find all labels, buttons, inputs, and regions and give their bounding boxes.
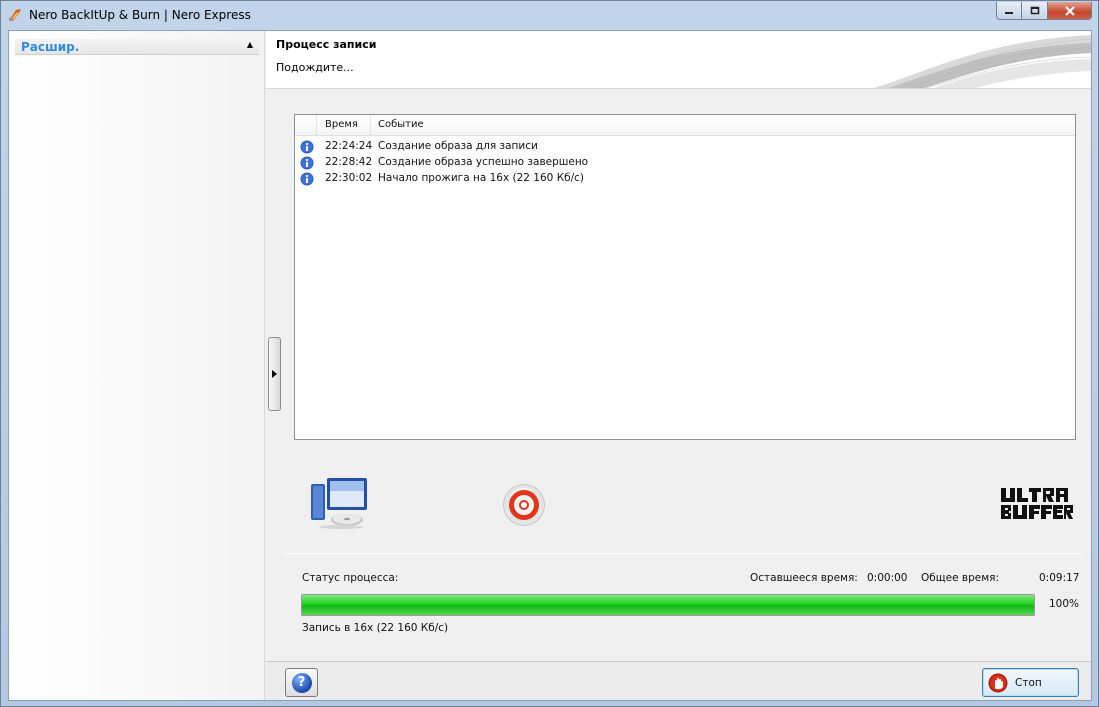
remaining-time-label: Оставшееся время:	[750, 572, 858, 584]
minimize-button[interactable]	[996, 2, 1022, 20]
row-time: 22:30:02	[325, 172, 373, 184]
row-event: Создание образа успешно завершено	[378, 156, 589, 168]
title-bar[interactable]: Nero BackItUp & Burn | Nero Express	[1, 1, 1098, 29]
minimize-icon	[1005, 11, 1013, 14]
column-header-event[interactable]: Событие	[372, 115, 424, 135]
row-event: Начало прожига на 16x (22 160 Кб/с)	[378, 172, 585, 184]
event-log-table[interactable]: Время Событие 22:24:24 Создание образа д…	[294, 114, 1076, 440]
column-header-icon[interactable]	[295, 115, 317, 135]
window-controls	[996, 2, 1092, 21]
sidebar: Расшир. ▲	[9, 31, 265, 700]
sidebar-expander[interactable]: Расшир. ▲	[15, 39, 259, 55]
section-divider	[283, 553, 1083, 554]
page-title: Процесс записи	[276, 38, 377, 51]
disc-burn-icon	[503, 484, 545, 526]
decorative-swoosh-icon	[874, 35, 1091, 88]
info-icon	[300, 156, 314, 170]
ultra-buffer-logo	[1001, 488, 1073, 519]
stop-button[interactable]: Стоп	[982, 668, 1079, 697]
sidebar-header-label: Расшир.	[21, 40, 80, 54]
app-window: Nero BackItUp & Burn | Nero Express Расш…	[0, 0, 1099, 707]
table-row[interactable]: 22:30:02 Начало прожига на 16x (22 160 К…	[295, 171, 1075, 187]
collapse-up-icon: ▲	[246, 40, 253, 49]
row-time: 22:28:42	[325, 156, 373, 168]
maximize-button[interactable]	[1022, 2, 1048, 20]
client-area: Расшир. ▲ Процесс записи Подождите... Вр…	[8, 30, 1092, 701]
log-header-row: Время Событие	[295, 115, 1075, 136]
process-status-label: Статус процесса:	[302, 572, 399, 584]
main-panel: Процесс записи Подождите... Время Событи…	[266, 31, 1091, 700]
maximize-icon	[1030, 6, 1039, 15]
stop-button-label: Стоп	[1015, 677, 1042, 689]
footer-bar: ? Стоп	[266, 661, 1091, 700]
burn-speed-info: Запись в 16x (22 160 Кб/с)	[302, 622, 449, 634]
close-icon	[1064, 5, 1075, 16]
total-time-label: Общее время:	[921, 572, 999, 584]
progress-bar	[301, 594, 1035, 616]
table-row[interactable]: 22:28:42 Создание образа успешно заверше…	[295, 155, 1075, 171]
computer-source-icon	[311, 478, 367, 529]
close-button[interactable]	[1048, 2, 1092, 20]
log-rows: 22:24:24 Создание образа для записи 22:2…	[295, 139, 1075, 187]
window-title: Nero BackItUp & Burn | Nero Express	[29, 8, 251, 22]
help-button[interactable]: ?	[285, 668, 318, 697]
stop-hand-icon	[988, 673, 1008, 693]
row-time: 22:24:24	[325, 140, 373, 152]
page-header: Процесс записи Подождите...	[266, 31, 1091, 89]
remaining-time-value: 0:00:00	[867, 572, 908, 584]
info-icon	[300, 172, 314, 186]
total-time-value: 0:09:17	[1039, 572, 1080, 584]
help-icon: ?	[291, 672, 312, 693]
column-header-time[interactable]: Время	[318, 115, 371, 135]
nero-app-icon	[9, 9, 21, 21]
page-subtitle: Подождите...	[276, 61, 354, 74]
table-row[interactable]: 22:24:24 Создание образа для записи	[295, 139, 1075, 155]
progress-fill	[302, 595, 1034, 615]
info-icon	[300, 140, 314, 154]
row-event: Создание образа для записи	[378, 140, 538, 152]
progress-percent: 100%	[1049, 598, 1080, 610]
